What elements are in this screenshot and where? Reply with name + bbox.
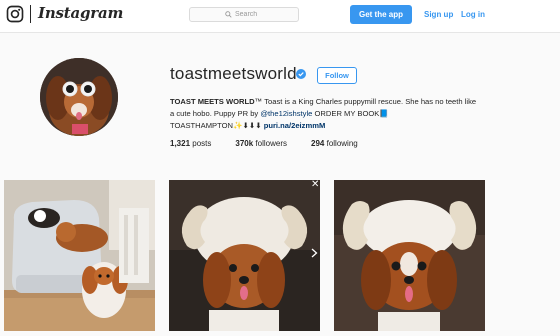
- followers-stat[interactable]: 370k followers: [235, 139, 287, 148]
- book-icon: 📘: [379, 109, 389, 118]
- bio-mention-link[interactable]: @the12ishstyle: [260, 109, 312, 118]
- profile-avatar[interactable]: [40, 58, 118, 136]
- post-image-3: [334, 180, 485, 331]
- chevron-right-icon[interactable]: [311, 248, 318, 258]
- post-thumbnail-3[interactable]: [334, 180, 485, 331]
- post-image-2: [169, 180, 320, 331]
- search-box[interactable]: [189, 7, 299, 22]
- bio-name: TOAST MEETS WORLD: [170, 97, 255, 106]
- bio-text-2: ORDER MY BOOK: [312, 109, 380, 118]
- following-label: following: [326, 139, 358, 148]
- followers-label: followers: [255, 139, 287, 148]
- sparkle-arrows-icon: ✨⬇⬇⬇: [233, 121, 262, 130]
- top-navigation-bar: Instagram Get the app Sign up Log in: [0, 0, 560, 33]
- bio-text-3: TOASTHAMPTON: [170, 121, 234, 130]
- profile-stats: 1,321 posts 370k followers 294 following: [170, 139, 382, 148]
- post-thumbnail-1[interactable]: [4, 180, 155, 331]
- brand-wordmark[interactable]: Instagram: [38, 4, 123, 22]
- log-in-link[interactable]: Log in: [461, 10, 485, 19]
- profile-username: toastmeetsworld: [170, 64, 297, 83]
- follow-button[interactable]: Follow: [317, 67, 357, 84]
- post-thumbnail-2[interactable]: [169, 180, 320, 331]
- sign-up-link[interactable]: Sign up: [424, 10, 453, 19]
- following-count: 294: [311, 139, 325, 148]
- verified-badge-icon: [296, 69, 306, 79]
- post-image-1: [4, 180, 155, 331]
- avatar-image: [40, 58, 118, 136]
- get-the-app-button[interactable]: Get the app: [350, 5, 412, 24]
- followers-count: 370k: [235, 139, 254, 148]
- posts-label: posts: [192, 139, 212, 148]
- bio-external-link[interactable]: puri.na/2eizmmM: [264, 121, 326, 130]
- search-icon: [225, 11, 232, 18]
- logo-divider: [30, 5, 31, 23]
- posts-count: 1,321: [170, 139, 191, 148]
- following-stat[interactable]: 294 following: [311, 139, 358, 148]
- profile-bio: TOAST MEETS WORLD™ Toast is a King Charl…: [170, 96, 480, 132]
- posts-stat: 1,321 posts: [170, 139, 211, 148]
- close-icon[interactable]: ✕: [311, 180, 319, 190]
- search-input[interactable]: [235, 11, 263, 18]
- instagram-logo-icon[interactable]: [6, 5, 24, 23]
